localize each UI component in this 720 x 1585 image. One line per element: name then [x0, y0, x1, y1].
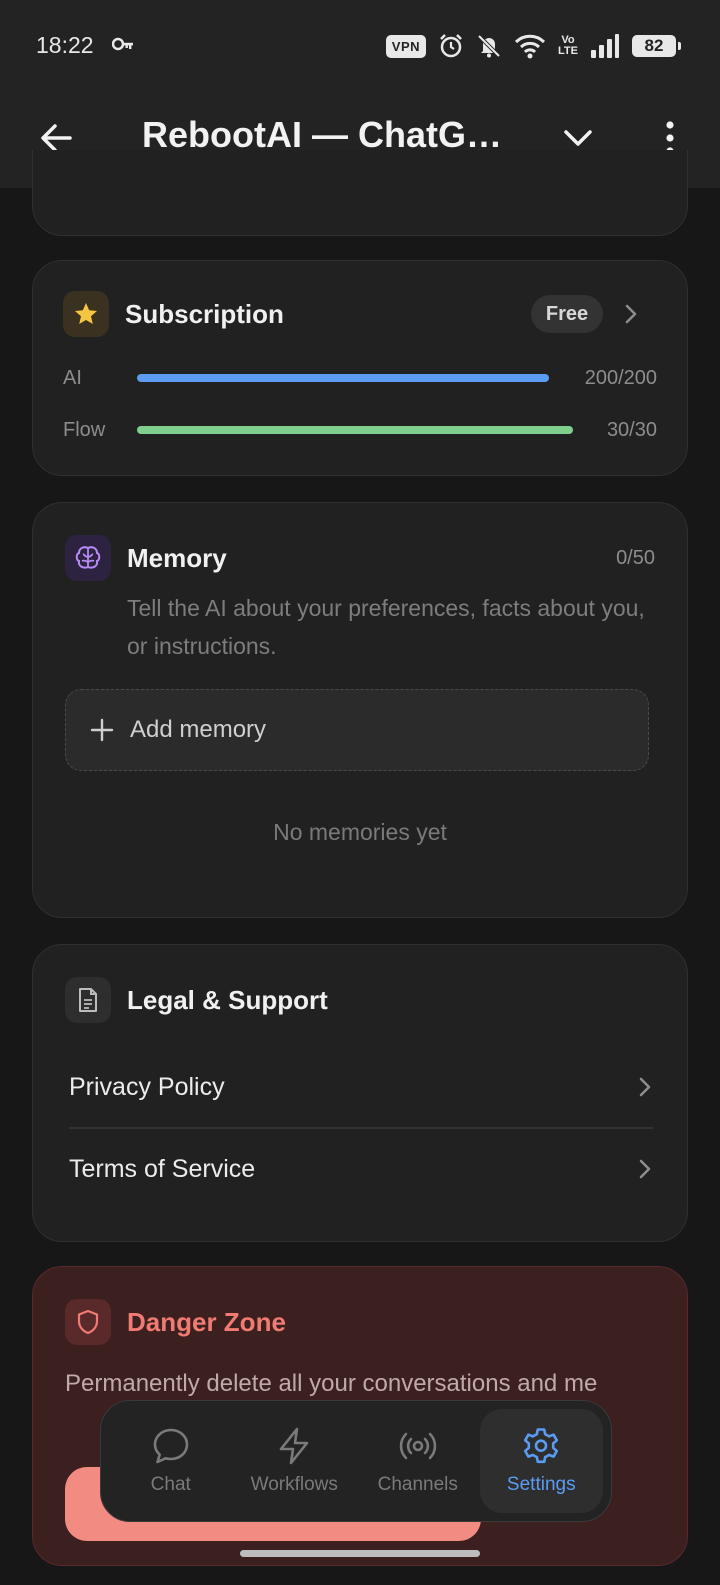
- quota-label-ai: AI: [63, 367, 82, 389]
- nav-label-chat: Chat: [150, 1474, 191, 1495]
- battery-icon: 82: [632, 35, 681, 57]
- chevron-right-icon: [639, 1077, 651, 1097]
- brain-icon: [75, 546, 101, 569]
- terms-of-service-label: Terms of Service: [69, 1154, 256, 1183]
- shield-icon: [77, 1309, 99, 1335]
- subscription-icon-box: [63, 291, 109, 337]
- nav-item-workflows[interactable]: Workflows: [233, 1409, 357, 1513]
- bottom-navigation: Chat Workflows Channels Settings: [100, 1400, 612, 1522]
- legal-support-card: Legal & Support Privacy Policy Terms of …: [32, 944, 688, 1242]
- quota-label-flow: Flow: [63, 419, 106, 441]
- memory-description: Tell the AI about your preferences, fact…: [127, 595, 645, 659]
- quota-bar-flow: [137, 426, 573, 434]
- volte-icon: Vo LTE: [558, 34, 578, 57]
- legal-icon-box: [65, 977, 111, 1023]
- memory-icon-box: [65, 535, 111, 581]
- lightning-icon: [279, 1427, 309, 1465]
- add-memory-button[interactable]: Add memory: [65, 689, 649, 771]
- alarm-icon: [440, 34, 462, 58]
- subscription-card[interactable]: Subscription Free AI 200/200 Flow 30/30: [32, 260, 688, 476]
- bell-off-icon: [477, 34, 501, 58]
- terms-of-service-row[interactable]: Terms of Service: [69, 1129, 653, 1209]
- status-time: 18:22: [36, 32, 94, 58]
- wifi-icon: [514, 34, 546, 59]
- memory-count: 0/50: [616, 547, 655, 569]
- quota-value-flow: 30/30: [606, 419, 657, 441]
- gear-icon: [524, 1428, 559, 1464]
- quota-value-ai: 200/200: [584, 367, 657, 389]
- previous-section-card: [32, 150, 688, 236]
- memory-title: Memory: [127, 543, 227, 573]
- danger-zone-title: Danger Zone: [127, 1307, 286, 1337]
- broadcast-icon: [399, 1432, 437, 1460]
- home-indicator[interactable]: [240, 1550, 480, 1557]
- plan-badge: Free: [531, 295, 603, 333]
- nav-item-channels[interactable]: Channels: [356, 1409, 480, 1513]
- quota-bar-ai: [137, 374, 549, 382]
- privacy-policy-label: Privacy Policy: [69, 1072, 225, 1101]
- nav-label-settings: Settings: [506, 1474, 576, 1495]
- legal-title: Legal & Support: [127, 985, 328, 1015]
- signal-icon: [591, 34, 619, 58]
- memory-empty-state: No memories yet: [273, 819, 447, 845]
- danger-zone-description: Permanently delete all your conversation…: [65, 1370, 598, 1397]
- plus-icon: [90, 718, 114, 742]
- star-icon: [75, 303, 97, 324]
- nav-label-workflows: Workflows: [250, 1474, 338, 1495]
- privacy-policy-row[interactable]: Privacy Policy: [69, 1047, 653, 1127]
- subscription-title: Subscription: [125, 299, 284, 329]
- key-icon: [112, 37, 133, 51]
- add-memory-label: Add memory: [130, 716, 267, 743]
- nav-label-channels: Channels: [377, 1474, 458, 1495]
- chat-bubble-icon: [153, 1428, 189, 1464]
- nav-item-settings[interactable]: Settings: [479, 1409, 603, 1513]
- status-bar: 18:22 VPN Vo LTE 82: [0, 0, 720, 92]
- memory-card: Memory 0/50 Tell the AI about your prefe…: [32, 502, 688, 918]
- chevron-right-icon: [639, 1159, 651, 1179]
- vpn-icon: VPN: [385, 34, 427, 58]
- danger-icon-box: [65, 1299, 111, 1345]
- nav-item-chat[interactable]: Chat: [109, 1409, 233, 1513]
- chevron-right-icon: [625, 304, 637, 324]
- document-icon: [79, 988, 97, 1012]
